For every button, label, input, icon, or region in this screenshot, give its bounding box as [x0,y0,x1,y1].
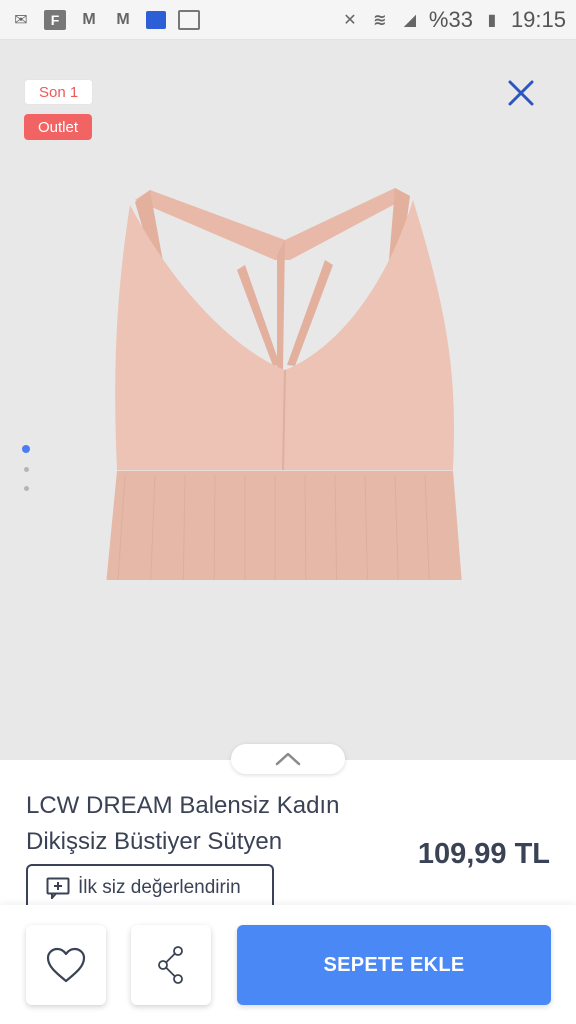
bottom-action-bar: SEPETE EKLE [0,905,576,1024]
chevron-up-icon [275,752,301,766]
status-bar: ✉ F M M ✕ ≋ ◢ %33 ▮ 19:15 [0,0,576,40]
product-info: LCW DREAM Balensiz Kadın Dikişsiz Büstiy… [0,760,576,910]
mail-icon: ✉ [14,11,28,29]
app-icon [146,10,166,29]
write-review-button[interactable]: İlk siz değerlendirin [26,864,274,910]
share-icon [158,946,183,984]
flipboard-icon: F [44,9,66,30]
pagination-dot-active[interactable] [22,445,30,453]
pagination-dot[interactable] [23,467,29,472]
add-review-icon [46,877,70,899]
product-image [106,188,462,580]
favorite-button[interactable] [26,925,106,1005]
stock-badge: Son 1 [24,79,94,105]
product-title: LCW DREAM Balensiz Kadın Dikişsiz Büstiy… [26,788,396,860]
close-icon [508,80,534,106]
product-gallery[interactable]: Son 1 Outlet [0,40,576,760]
gallery-pagination [22,445,30,491]
close-button[interactable] [506,78,536,108]
add-to-cart-button[interactable]: SEPETE EKLE [237,925,551,1005]
mute-icon: ✕ [343,11,357,29]
outlet-badge: Outlet [24,114,93,140]
product-price: 109,99 TL [417,838,550,870]
heart-icon [46,947,86,983]
product-title-line-1: LCW DREAM Balensiz Kadın [26,792,340,819]
gmail-icon-2: M [116,10,130,28]
wifi-icon: ≋ [373,11,387,29]
notification-icons: ✉ F M M [10,9,200,30]
product-title-line-2: Dikişsiz Büstiyer Sütyen [26,828,283,855]
clock: 19:15 [510,6,566,32]
gallery-icon [178,9,200,30]
write-review-label: İlk siz değerlendirin [78,877,241,898]
gmail-icon: M [82,10,96,28]
system-icons: ✕ ≋ ◢ %33 ▮ 19:15 [339,7,566,33]
share-button[interactable] [131,925,211,1005]
expand-details-button[interactable] [231,744,345,774]
battery-percent: %33 [428,6,473,32]
pagination-dot[interactable] [23,486,29,491]
signal-icon: ◢ [403,11,417,29]
battery-icon: ▮ [487,11,497,29]
